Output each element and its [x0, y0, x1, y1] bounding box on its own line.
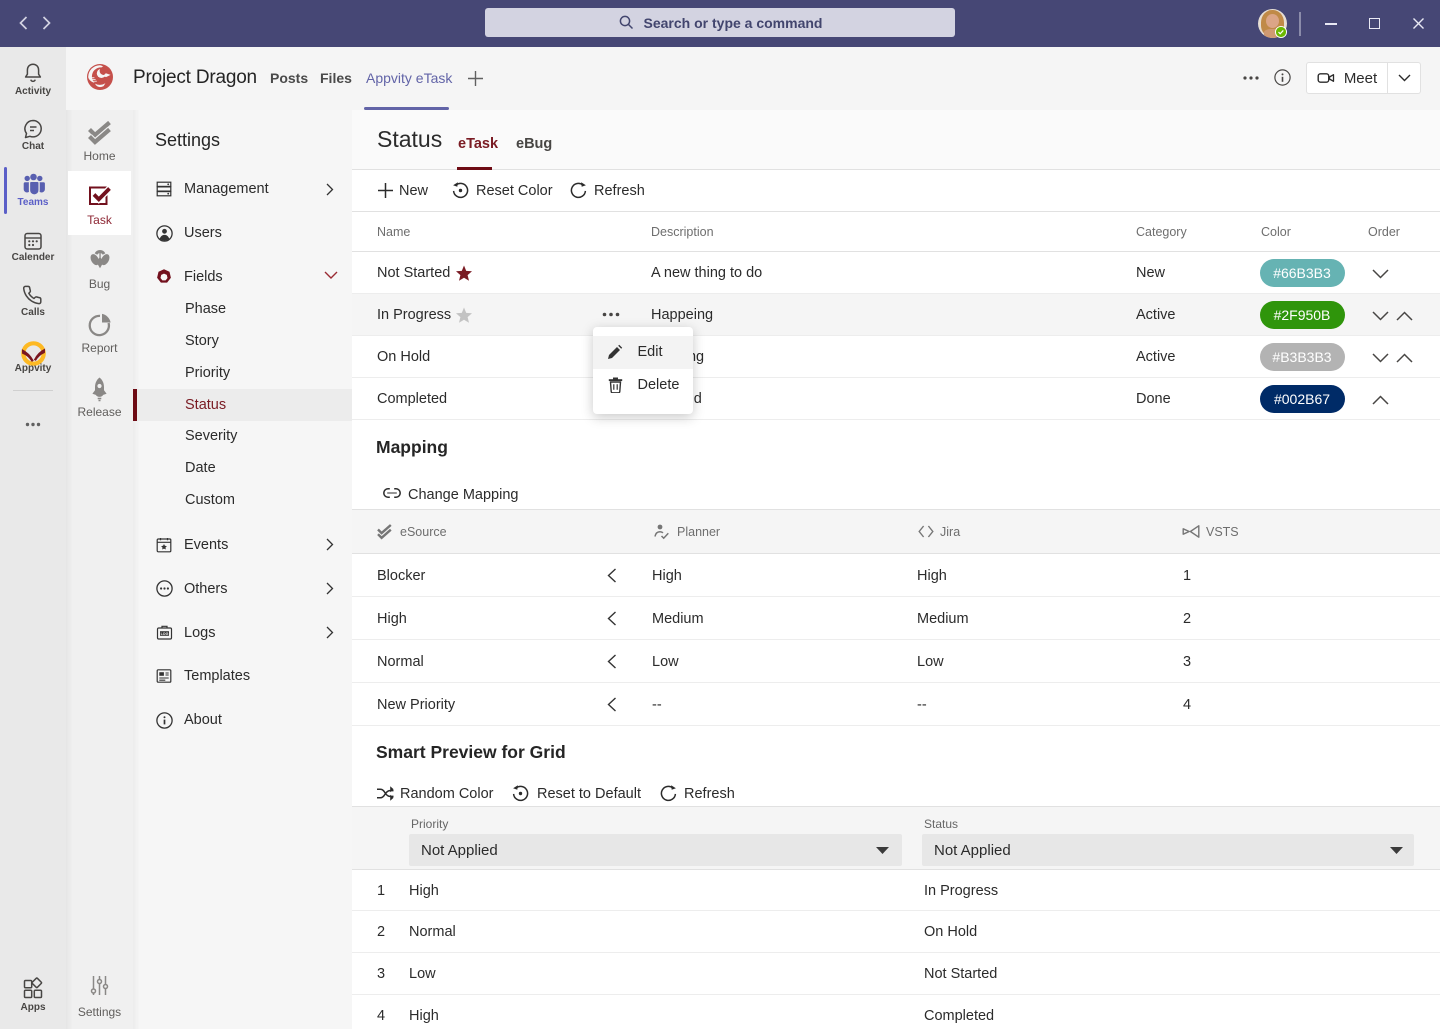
svg-text:LOG: LOG [161, 632, 169, 636]
